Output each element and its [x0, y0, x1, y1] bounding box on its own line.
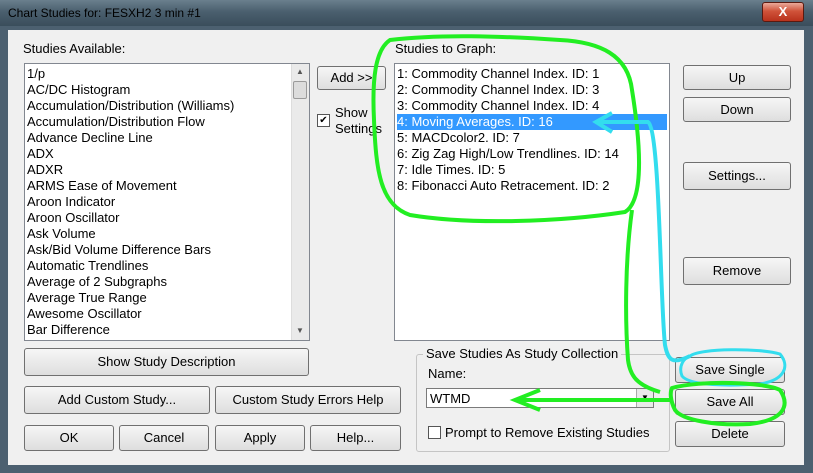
available-study-item[interactable]: Average of 2 Subgraphs — [27, 274, 167, 290]
save-single-button[interactable]: Save Single — [675, 357, 785, 383]
help-button[interactable]: Help... — [310, 425, 401, 451]
scroll-up-icon[interactable]: ▲ — [292, 64, 308, 80]
show-settings-label-line1: Show — [335, 105, 368, 120]
available-study-item[interactable]: Aroon Oscillator — [27, 210, 119, 226]
collection-name-label: Name: — [428, 366, 467, 381]
graph-study-item[interactable]: 1: Commodity Channel Index. ID: 1 — [397, 66, 667, 82]
available-study-item[interactable]: ADXR — [27, 162, 63, 178]
cancel-button[interactable]: Cancel — [119, 425, 209, 451]
study-collection-group-label: Save Studies As Study Collection — [423, 346, 622, 361]
custom-study-errors-help-button[interactable]: Custom Study Errors Help — [215, 386, 401, 414]
graph-study-item[interactable]: 3: Commodity Channel Index. ID: 4 — [397, 98, 667, 114]
available-study-item[interactable]: AC/DC Histogram — [27, 82, 130, 98]
collection-name-value: WTMD — [430, 391, 471, 406]
save-all-button[interactable]: Save All — [675, 389, 785, 415]
remove-button[interactable]: Remove — [683, 257, 791, 285]
close-button[interactable]: X — [762, 2, 804, 22]
graph-study-item[interactable]: 2: Commodity Channel Index. ID: 3 — [397, 82, 667, 98]
title-bar: Chart Studies for: FESXH2 3 min #1 X — [0, 0, 813, 26]
collection-name-combo[interactable]: WTMD ▼ — [426, 388, 654, 408]
available-study-item[interactable]: Automatic Trendlines — [27, 258, 148, 274]
show-settings-checkbox[interactable]: ✔ — [317, 114, 330, 127]
prompt-remove-checkbox[interactable] — [428, 426, 441, 439]
studies-to-graph-label: Studies to Graph: — [395, 41, 497, 56]
available-study-item[interactable]: 1/p — [27, 66, 45, 82]
ok-button[interactable]: OK — [24, 425, 114, 451]
available-study-item[interactable]: ARMS Ease of Movement — [27, 178, 177, 194]
chevron-down-icon[interactable]: ▼ — [636, 389, 653, 407]
up-button[interactable]: Up — [683, 65, 791, 90]
graph-study-item[interactable]: 7: Idle Times. ID: 5 — [397, 162, 667, 178]
show-study-description-button[interactable]: Show Study Description — [24, 348, 309, 376]
prompt-remove-label: Prompt to Remove Existing Studies — [445, 425, 650, 440]
available-study-item[interactable]: Ask/Bid Volume Difference Bars — [27, 242, 211, 258]
delete-button[interactable]: Delete — [675, 421, 785, 447]
available-study-item[interactable]: Accumulation/Distribution Flow — [27, 114, 205, 130]
available-study-item[interactable]: Average True Range — [27, 290, 147, 306]
studies-available-label: Studies Available: — [23, 41, 126, 56]
add-custom-study-button[interactable]: Add Custom Study... — [24, 386, 210, 414]
down-button[interactable]: Down — [683, 97, 791, 122]
available-study-item[interactable]: Ask Volume — [27, 226, 96, 242]
window-title: Chart Studies for: FESXH2 3 min #1 — [8, 6, 201, 20]
available-study-item[interactable]: Bar Difference — [27, 322, 110, 338]
graph-study-item[interactable]: 8: Fibonacci Auto Retracement. ID: 2 — [397, 178, 667, 194]
show-settings-label-line2: Settings — [335, 121, 382, 136]
scroll-thumb[interactable] — [293, 81, 307, 99]
available-study-item[interactable]: Awesome Oscillator — [27, 306, 142, 322]
available-study-item[interactable]: Aroon Indicator — [27, 194, 115, 210]
available-study-item[interactable]: Accumulation/Distribution (Williams) — [27, 98, 234, 114]
studies-available-list[interactable]: 1/p AC/DC Histogram Accumulation/Distribut… — [24, 63, 310, 341]
available-study-item[interactable]: ADX — [27, 146, 54, 162]
graph-study-item[interactable]: 5: MACDcolor2. ID: 7 — [397, 130, 667, 146]
apply-button[interactable]: Apply — [215, 425, 305, 451]
available-scrollbar[interactable]: ▲ ▼ — [291, 64, 309, 340]
graph-study-item[interactable]: 4: Moving Averages. ID: 16 — [397, 114, 667, 130]
scroll-down-icon[interactable]: ▼ — [292, 323, 308, 339]
dialog-client: Studies Available: 1/p AC/DC Histogram Acc… — [8, 30, 804, 465]
graph-study-item[interactable]: 6: Zig Zag High/Low Trendlines. ID: 14 — [397, 146, 667, 162]
studies-to-graph-list[interactable]: 1: Commodity Channel Index. ID: 1 2: Comm… — [394, 63, 670, 341]
available-study-item[interactable]: Advance Decline Line — [27, 130, 153, 146]
settings-button[interactable]: Settings... — [683, 162, 791, 190]
add-button[interactable]: Add >> — [317, 66, 386, 90]
